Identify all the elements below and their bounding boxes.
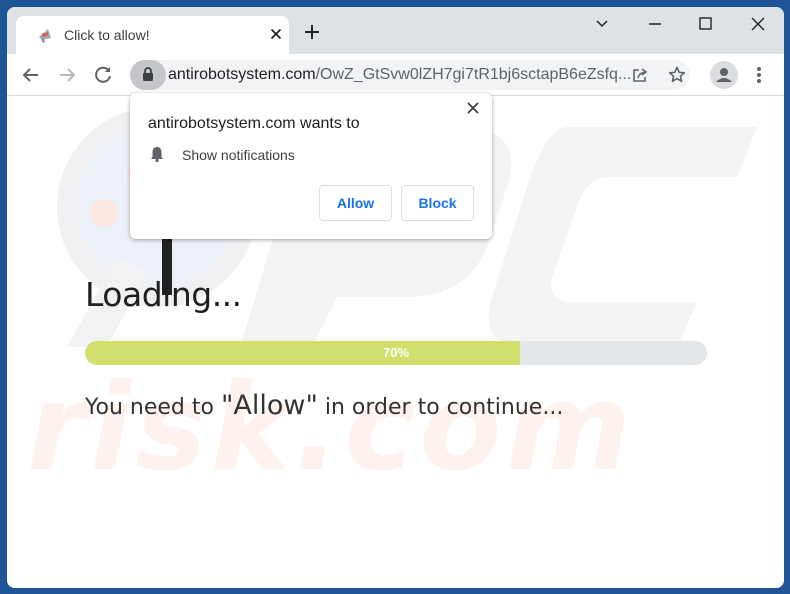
title-bar: Click to allow! <box>7 7 784 54</box>
close-icon <box>751 17 765 31</box>
popup-close-button[interactable] <box>464 99 482 117</box>
instruction-highlight: "Allow" <box>220 390 318 421</box>
minimize-button[interactable] <box>640 13 670 35</box>
reload-icon <box>95 66 111 83</box>
forward-arrow-icon <box>60 68 76 82</box>
kebab-menu-icon <box>757 67 761 83</box>
reload-button[interactable] <box>91 63 115 87</box>
megaphone-icon <box>39 29 51 43</box>
back-button[interactable] <box>19 63 43 87</box>
tab-close-button[interactable] <box>266 24 286 44</box>
permission-text: Show notifications <box>182 147 295 163</box>
browser-window: Click to allow! antirobotsystem.com/OwZ_… <box>7 7 784 588</box>
profile-button[interactable] <box>710 61 738 89</box>
close-icon <box>270 28 282 40</box>
watermark-text: risk.com <box>27 359 635 498</box>
url-host: antirobotsystem.com <box>168 66 316 83</box>
browser-tab[interactable]: Click to allow! <box>16 16 289 54</box>
close-icon <box>467 102 479 114</box>
minimize-icon <box>649 23 661 25</box>
tab-search-button[interactable] <box>587 13 617 35</box>
maximize-button[interactable] <box>690 13 720 35</box>
bell-icon <box>151 147 163 163</box>
url-text: antirobotsystem.com/OwZ_GtSvw0lZH7gi7tR1… <box>168 66 631 84</box>
allow-button[interactable]: Allow <box>319 185 392 221</box>
instruction-after: in order to continue... <box>317 395 564 420</box>
block-button[interactable]: Block <box>401 185 474 221</box>
new-tab-button[interactable] <box>301 21 323 43</box>
share-icon <box>633 68 648 82</box>
url-path: /OwZ_GtSvw0lZH7gi7tR1bj6sctapB6eZsfq... <box>315 66 632 83</box>
toolbar: antirobotsystem.com/OwZ_GtSvw0lZH7gi7tR1… <box>7 54 784 96</box>
bookmark-button[interactable] <box>667 65 687 85</box>
menu-button[interactable] <box>751 63 767 87</box>
progress-label: 70% <box>382 345 410 360</box>
maximize-icon <box>699 17 712 30</box>
notification-permission-popup: antirobotsystem.com wants to Show notifi… <box>130 93 492 239</box>
star-icon <box>668 66 686 83</box>
lock-icon <box>143 67 153 81</box>
address-bar[interactable]: antirobotsystem.com/OwZ_GtSvw0lZH7gi7tR1… <box>130 60 690 90</box>
popup-title: antirobotsystem.com wants to <box>148 115 360 132</box>
chevron-down-icon <box>596 20 608 28</box>
tab-title: Click to allow! <box>64 27 150 43</box>
back-arrow-icon <box>22 68 38 82</box>
share-button[interactable] <box>630 65 650 85</box>
instruction-before: You need to <box>85 395 221 420</box>
site-info-button[interactable] <box>130 60 166 90</box>
close-window-button[interactable] <box>743 13 773 35</box>
progress-bar: 70% <box>85 341 707 365</box>
forward-button[interactable] <box>55 63 79 87</box>
allow-instruction: You need to "Allow" in order to continue… <box>85 390 563 421</box>
avatar-icon <box>716 68 732 82</box>
loading-heading: Loading... <box>85 275 242 314</box>
plus-icon <box>305 25 319 39</box>
